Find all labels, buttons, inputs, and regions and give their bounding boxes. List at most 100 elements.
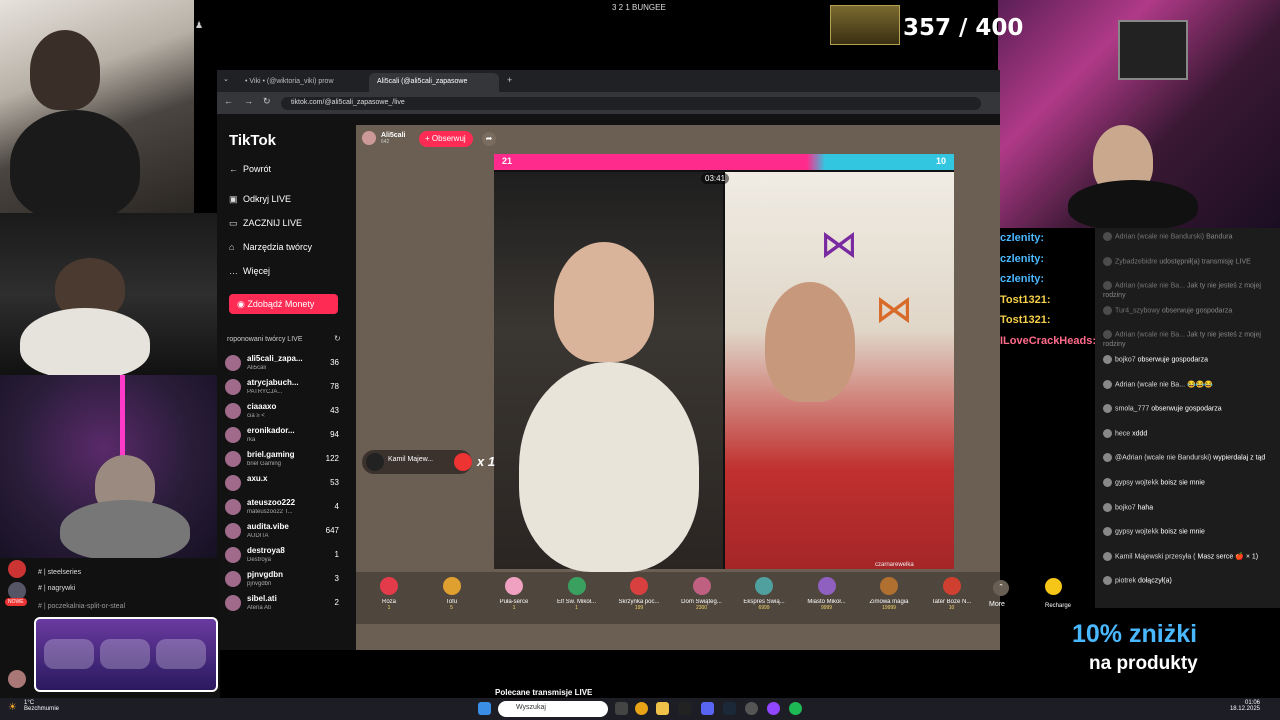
nav-creator-tools[interactable]: ⌂ Narzędzia twórcy <box>229 242 312 252</box>
creator-item[interactable]: axu.x 53 <box>225 472 347 496</box>
creator-viewers: 78 <box>330 382 339 391</box>
chat-text: obserwuje gospodarza <box>1137 356 1209 364</box>
tab-viki[interactable]: • Viki • (@wiktoria_viki) prow <box>237 73 367 92</box>
chat-message[interactable]: Zybadzebidre udostępnił(a) transmisję LI… <box>1103 256 1273 266</box>
channel-steelseries[interactable]: # | steelseries <box>38 569 81 576</box>
overlay-chat-user: ILoveCrackHeads: <box>1000 335 1096 347</box>
host-info[interactable]: Ali5cali 642 <box>362 131 405 145</box>
nav-start-live[interactable]: ▭ ZACZNIJ LIVE <box>229 218 302 229</box>
taskbar-search[interactable]: Wyszukaj <box>498 701 608 717</box>
gift-icon <box>442 577 461 595</box>
gift-price: 10 <box>948 605 955 611</box>
follow-button[interactable]: + Obserwuj <box>419 131 473 147</box>
gift-item[interactable]: Dom Świąteg... 2300 <box>672 577 732 611</box>
refresh-icon[interactable]: ↻ <box>334 334 341 343</box>
discord-icon[interactable] <box>701 702 714 715</box>
server-icon[interactable] <box>8 560 26 578</box>
chat-message[interactable]: hece xddd <box>1103 428 1273 438</box>
chat-avatar <box>1103 551 1112 561</box>
chat-message[interactable]: piotrek dołączył(a) <box>1103 576 1273 586</box>
creator-item[interactable]: briel.gaming briel Gaming 122 <box>225 448 347 472</box>
chrome-icon[interactable] <box>635 702 648 715</box>
tiktok-logo[interactable]: TikTok <box>229 132 276 149</box>
new-tab-icon[interactable]: + <box>507 75 512 85</box>
creator-item[interactable]: destroya8 Destroya 1 <box>225 544 347 568</box>
creator-item[interactable]: sibel.ati Atena Ati 2 <box>225 592 347 616</box>
reload-icon[interactable]: ↻ <box>263 96 271 107</box>
chat-message[interactable]: Kamil Majewski przesyła ( Masz serce 🍎 ×… <box>1103 551 1273 561</box>
chat-text: xddd <box>1132 430 1148 438</box>
creator-item[interactable]: atrycjabuch... PATRYCJA... 78 <box>225 376 347 400</box>
nav-more[interactable]: … Więcej <box>229 266 270 276</box>
chat-message[interactable]: Adrian (wcale nie Ba... Jak ty nie jeste… <box>1103 281 1273 299</box>
chat-message[interactable]: gypsy wojtekk boisz sie mnie <box>1103 478 1273 487</box>
creator-item[interactable]: ali5cali_zapa... Ali5cali 36 <box>225 352 347 376</box>
creator-name: ali5cali_zapa... <box>247 354 303 363</box>
chat-message[interactable]: bojko7 obserwuje gospodarza <box>1103 355 1273 364</box>
spotify-icon[interactable] <box>789 702 802 715</box>
channel-nagrywki[interactable]: # | nagrywki <box>38 585 75 592</box>
creator-item[interactable]: eronikador... rka 94 <box>225 424 347 448</box>
chat-avatar <box>1103 330 1112 340</box>
steam-icon[interactable] <box>723 702 736 715</box>
chevron-up-icon[interactable]: ⌃ <box>993 580 1009 596</box>
gift-price: 19999 <box>882 605 896 611</box>
chat-message[interactable]: Tur4_szybowy obserwuje gospodarza <box>1103 305 1273 315</box>
chat-message[interactable]: bojko7 haha <box>1103 502 1273 512</box>
browser-icon[interactable] <box>767 702 780 715</box>
recharge-coin-icon[interactable] <box>1045 578 1062 595</box>
chat-message[interactable]: Adrian (wcale nie Ba... Jak ty nie jeste… <box>1103 330 1273 348</box>
app-icon[interactable] <box>678 702 691 715</box>
promo-headline: 10% zniżki <box>1072 620 1198 648</box>
gift-item[interactable]: Tofu 5 <box>422 577 482 611</box>
back-icon[interactable]: ← <box>224 96 233 106</box>
gift-price: 1 <box>575 605 578 611</box>
gift-item[interactable]: Zimowa magia 19999 <box>859 577 919 611</box>
live-stage: Ali5cali 642 + Obserwuj ➦ 21 10 ⋈ ⋈ czar… <box>356 125 1009 697</box>
forward-icon[interactable]: → <box>244 96 253 106</box>
url-input[interactable]: tiktok.com/@ali5cali_zapasowe_/live <box>281 97 981 110</box>
chat-message[interactable]: gypsy wojtekk boisz sie mnie <box>1103 527 1273 537</box>
creator-viewers: 53 <box>330 478 339 487</box>
get-coins-button[interactable]: ◉ Zdobądź Monety <box>229 294 338 314</box>
gift-item[interactable]: Tater Boże N... 10 <box>922 577 982 611</box>
chat-message[interactable]: Adrian (wcale nie Ba... 😂😂😂 <box>1103 379 1273 389</box>
creator-name: briel.gaming <box>247 450 295 459</box>
tab-ali5cali[interactable]: Ali5cali (@ali5cali_zapasowe <box>369 73 499 92</box>
clock[interactable]: 01:06 18.12.2025 <box>1230 700 1260 712</box>
user-avatar[interactable] <box>8 670 26 688</box>
gift-item[interactable]: Róża 1 <box>359 577 419 611</box>
gift-item[interactable]: Ekspres Świą... 6999 <box>734 577 794 611</box>
creator-item[interactable]: ciaaaxo cia ≥ < 43 <box>225 400 347 424</box>
weather-widget[interactable]: 1°C Bezchmurnie <box>24 700 59 712</box>
channel-poczekalnia[interactable]: # | poczekalnia-split-or-steal <box>38 603 125 610</box>
start-icon[interactable] <box>478 702 491 715</box>
task-view-icon[interactable] <box>615 702 628 715</box>
share-icon[interactable]: ➦ <box>482 132 496 146</box>
gift-icon <box>817 577 836 595</box>
chat-avatar <box>1103 404 1112 414</box>
gift-item[interactable]: Skrzynka poc... 199 <box>609 577 669 611</box>
chat-message[interactable]: @Adrian (wcale nie Bandurski) wypierdala… <box>1103 453 1273 463</box>
obs-icon[interactable] <box>745 702 758 715</box>
nav-explore-live[interactable]: ▣ Odkryj LIVE <box>229 194 291 205</box>
creator-item[interactable]: audita.vibe AUDITA 647 <box>225 520 347 544</box>
webcam-middle-left <box>0 213 230 375</box>
creator-sub: pjnvgdbn <box>247 581 272 587</box>
live-video[interactable]: 21 10 ⋈ ⋈ czarnarewelka 03:41 <box>494 154 954 572</box>
chat-message[interactable]: Adrian (wcale nie Bandurski) Bandura <box>1103 232 1273 241</box>
host-viewers: 642 <box>380 138 390 145</box>
creator-item[interactable]: ateuszoo222 mateuszoo22 T... 4 <box>225 496 347 520</box>
creator-avatar <box>225 499 241 515</box>
creator-item[interactable]: pjnvgdbn pjnvgdbn 3 <box>225 568 347 592</box>
nav-back[interactable]: ← Powrót <box>229 164 271 174</box>
gift-item[interactable]: Miasto Mikoł... 9999 <box>797 577 857 611</box>
more-label[interactable]: More <box>989 601 1005 608</box>
chat-message[interactable]: smola_777 obserwuje gospodarza <box>1103 404 1273 414</box>
tab-list-icon[interactable]: ⌄ <box>223 75 229 83</box>
recharge-label[interactable]: Recharge <box>1045 603 1071 609</box>
creator-name: eronikador... <box>247 426 295 435</box>
gift-item[interactable]: Elf Św. Mikoł... 1 <box>547 577 607 611</box>
gift-item[interactable]: Puła-serce 1 <box>484 577 544 611</box>
folder-icon[interactable] <box>656 702 669 715</box>
